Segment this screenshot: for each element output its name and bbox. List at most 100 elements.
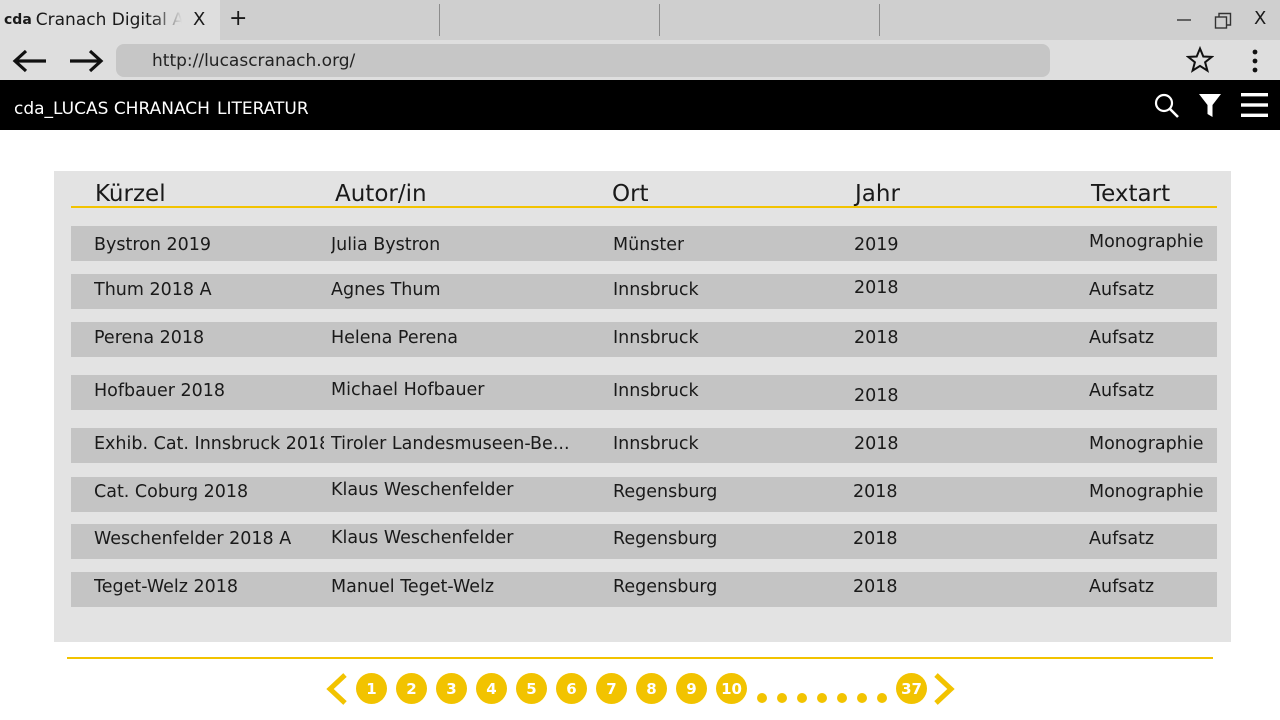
- pagination-ellipsis-dot: [857, 693, 867, 703]
- tab-empty[interactable]: [440, 0, 659, 40]
- table-row[interactable]: Perena 2018 Helena Perena Innsbruck 2018…: [71, 322, 1217, 357]
- kebab-menu-icon[interactable]: [1246, 47, 1264, 75]
- cell-textart: Monographie: [1089, 482, 1204, 502]
- star-icon[interactable]: [1186, 46, 1214, 74]
- cell-textart: Aufsatz: [1089, 328, 1155, 348]
- chevron-right-icon[interactable]: [931, 672, 957, 706]
- tab-close-button[interactable]: X: [193, 9, 205, 30]
- column-header-textart[interactable]: Textart: [1091, 181, 1170, 207]
- column-header-ort[interactable]: Ort: [612, 181, 649, 207]
- cell-ort: Münster: [613, 235, 685, 255]
- section-title-literatur[interactable]: LITERATUR: [217, 99, 309, 119]
- page-button-last[interactable]: 37: [896, 673, 927, 704]
- cell-ort: Regensburg: [613, 577, 718, 597]
- cell-autor: Manuel Teget-Welz: [331, 577, 495, 597]
- page-button-10[interactable]: 10: [716, 673, 747, 704]
- literature-table: Kürzel Autor/in Ort Jahr Textart Bystron…: [54, 171, 1231, 642]
- cell-kuerzel: Bystron 2019: [94, 235, 212, 255]
- chevron-left-icon[interactable]: [324, 672, 350, 706]
- page-button-2[interactable]: 2: [396, 673, 427, 704]
- tab-title: Cranach Digital Archive: [35, 10, 182, 30]
- column-header-jahr[interactable]: Jahr: [855, 181, 900, 207]
- pagination-divider: [67, 657, 1213, 659]
- pagination-ellipsis-dot: [817, 693, 827, 703]
- page-button-1[interactable]: 1: [356, 673, 387, 704]
- table-row[interactable]: Teget-Welz 2018 Manuel Teget-Welz Regens…: [71, 572, 1217, 607]
- pagination-ellipsis-dot: [757, 693, 767, 703]
- cell-ort: Regensburg: [613, 482, 718, 502]
- table-row[interactable]: Bystron 2019 Julia Bystron Münster 2019 …: [71, 226, 1217, 261]
- cell-ort: Innsbruck: [613, 328, 699, 348]
- cell-autor: Michael Hofbauer: [331, 380, 485, 400]
- pagination-ellipsis-dot: [797, 693, 807, 703]
- page-button-4[interactable]: 4: [476, 673, 507, 704]
- table-row[interactable]: Cat. Coburg 2018 Klaus Weschenfelder Reg…: [71, 477, 1217, 512]
- tab-empty[interactable]: [660, 0, 879, 40]
- page-button-3[interactable]: 3: [436, 673, 467, 704]
- cell-textart: Monographie: [1089, 434, 1204, 454]
- cell-ort: Regensburg: [613, 529, 718, 549]
- cell-textart: Monographie: [1089, 232, 1204, 252]
- cell-jahr: 2018: [853, 577, 898, 597]
- table-row[interactable]: Exhib. Cat. Innsbruck 2018 Tiroler Lande…: [71, 428, 1217, 463]
- cell-autor: Tiroler Landesmuseen-Be...: [331, 434, 570, 454]
- back-arrow-icon[interactable]: [12, 48, 48, 74]
- forward-arrow-icon[interactable]: [68, 48, 104, 74]
- tab-separator: [879, 4, 880, 36]
- window-close-button[interactable]: X: [1254, 8, 1266, 30]
- page-button-6[interactable]: 6: [556, 673, 587, 704]
- url-input[interactable]: http://lucascranach.org/: [116, 44, 1050, 77]
- table-header: Kürzel Autor/in Ort Jahr Textart: [71, 171, 1217, 208]
- column-header-autor[interactable]: Autor/in: [335, 181, 427, 207]
- cell-jahr: 2018: [854, 434, 899, 454]
- pagination-ellipsis-dot: [777, 693, 787, 703]
- page-button-5[interactable]: 5: [516, 673, 547, 704]
- cell-jahr: 2018: [854, 278, 899, 298]
- cell-textart: Aufsatz: [1089, 577, 1155, 597]
- cell-textart: Aufsatz: [1089, 280, 1155, 300]
- cell-jahr: 2018: [853, 529, 898, 549]
- cell-kuerzel: Weschenfelder 2018 A: [94, 529, 292, 549]
- url-text: http://lucascranach.org/: [152, 50, 356, 71]
- cell-autor: Klaus Weschenfelder: [331, 528, 514, 548]
- cell-kuerzel: Perena 2018: [94, 328, 205, 348]
- table-row[interactable]: Hofbauer 2018 Michael Hofbauer Innsbruck…: [71, 375, 1217, 410]
- filter-icon[interactable]: [1198, 93, 1222, 119]
- page-button-9[interactable]: 9: [676, 673, 707, 704]
- search-icon[interactable]: [1154, 93, 1180, 119]
- new-tab-button[interactable]: +: [229, 6, 247, 31]
- cell-autor: Helena Perena: [331, 328, 459, 348]
- cell-jahr: 2018: [854, 386, 899, 406]
- cell-textart: Aufsatz: [1089, 529, 1155, 549]
- cell-kuerzel: Thum 2018 A: [94, 280, 212, 300]
- cell-kuerzel: Exhib. Cat. Innsbruck 2018: [94, 434, 324, 454]
- cell-kuerzel: Cat. Coburg 2018: [94, 482, 249, 502]
- column-header-kuerzel[interactable]: Kürzel: [95, 181, 166, 207]
- page-button-8[interactable]: 8: [636, 673, 667, 704]
- cell-autor: Julia Bystron: [331, 235, 441, 255]
- cell-jahr: 2018: [854, 328, 899, 348]
- cell-jahr: 2019: [854, 235, 899, 255]
- cell-autor: Agnes Thum: [331, 280, 441, 300]
- cell-autor: Klaus Weschenfelder: [331, 480, 514, 500]
- table-row[interactable]: Thum 2018 A Agnes Thum Innsbruck 2018 Au…: [71, 274, 1217, 309]
- cell-ort: Innsbruck: [613, 381, 699, 401]
- page-button-7[interactable]: 7: [596, 673, 627, 704]
- cell-ort: Innsbruck: [613, 434, 699, 454]
- pagination-ellipsis-dot: [877, 693, 887, 703]
- hamburger-menu-icon[interactable]: [1241, 93, 1268, 117]
- site-brand-link[interactable]: cda_LUCAS CHRANACH: [14, 99, 210, 119]
- site-header: cda_LUCAS CHRANACH LITERATUR: [0, 80, 1280, 130]
- tab-favicon-logo: cda: [4, 12, 32, 28]
- minimize-icon[interactable]: [1176, 12, 1192, 28]
- cell-ort: Innsbruck: [613, 280, 699, 300]
- browser-tab-bar: cda Cranach Digital Archive X + X: [0, 0, 1280, 40]
- pagination-ellipsis-dot: [837, 693, 847, 703]
- tab-cranach[interactable]: cda Cranach Digital Archive: [0, 0, 220, 40]
- cell-kuerzel: Hofbauer 2018: [94, 381, 226, 401]
- cell-kuerzel: Teget-Welz 2018: [94, 577, 239, 597]
- cell-jahr: 2018: [853, 482, 898, 502]
- restore-icon[interactable]: [1214, 12, 1232, 30]
- table-row[interactable]: Weschenfelder 2018 A Klaus Weschenfelder…: [71, 524, 1217, 559]
- cell-textart: Aufsatz: [1089, 381, 1155, 401]
